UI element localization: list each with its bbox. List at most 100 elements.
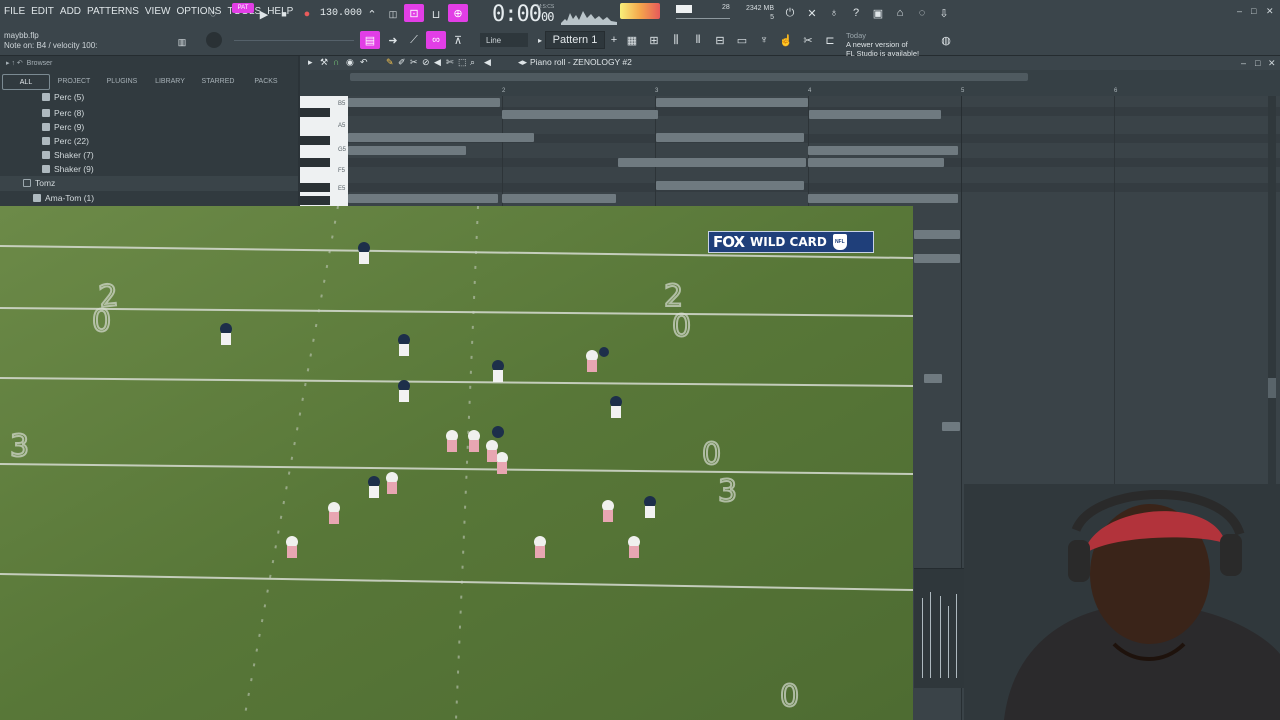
note[interactable]	[656, 98, 808, 107]
pr-close-icon[interactable]: ✕	[1268, 58, 1276, 69]
note[interactable]	[348, 98, 500, 107]
arrow-right-icon[interactable]: ➜	[383, 31, 403, 49]
mixer-icon[interactable]: ⫼	[666, 31, 686, 49]
tools-icon[interactable]: ✕	[802, 4, 822, 22]
note[interactable]	[502, 110, 658, 119]
update-icon[interactable]: ◍	[936, 31, 956, 49]
plugin-icon[interactable]: ⌂	[890, 4, 910, 22]
select-icon[interactable]: ⬚	[458, 57, 467, 68]
pattern-selector[interactable]: Pattern 1	[545, 31, 605, 49]
playback-speaker-icon[interactable]: ◀	[484, 57, 491, 68]
countdown-icon[interactable]: ⊡	[404, 4, 424, 22]
loop-record-icon[interactable]: ⊕	[448, 4, 468, 22]
tab-starred[interactable]: STARRED	[194, 74, 242, 90]
magnet-icon[interactable]: ∩	[333, 57, 339, 67]
velocity-bar[interactable]	[948, 606, 949, 678]
note[interactable]	[656, 181, 804, 190]
channel-rack-icon[interactable]: ⊞	[644, 31, 664, 49]
save-icon[interactable]: ▣	[868, 4, 888, 22]
tab-project[interactable]: PROJECT	[50, 74, 98, 90]
note[interactable]	[348, 146, 466, 155]
note[interactable]	[502, 194, 616, 203]
note[interactable]	[809, 110, 941, 119]
cpu-knob-icon[interactable]: ◌	[203, 5, 223, 23]
metronome-icon[interactable]: ⌃	[362, 5, 382, 23]
pr-maximize-icon[interactable]: □	[1255, 58, 1260, 68]
menu-view[interactable]: VIEW	[145, 6, 171, 17]
help-icon[interactable]: ?	[846, 4, 866, 22]
snap-dropdown[interactable]: Line	[480, 33, 528, 47]
typing-keyboard-icon[interactable]: ▥	[172, 33, 192, 51]
menu-edit[interactable]: EDIT	[31, 6, 54, 17]
browser-item[interactable]: Shaker (9)	[0, 162, 298, 176]
tab-all[interactable]: ALL	[2, 74, 50, 90]
note[interactable]	[618, 158, 806, 167]
piano-roll-snap-icon[interactable]: ▤	[360, 31, 380, 49]
black-key[interactable]	[300, 158, 330, 167]
playlist-icon[interactable]: ▦	[622, 31, 642, 49]
note[interactable]	[808, 194, 958, 203]
playback-icon[interactable]: ◉	[346, 57, 354, 68]
draw-icon[interactable]: ✎	[386, 57, 394, 68]
master-volume-slider[interactable]	[676, 18, 730, 19]
tab-library[interactable]: LIBRARY	[146, 74, 194, 90]
note[interactable]	[348, 133, 534, 142]
tab-packs[interactable]: PACKS	[242, 74, 290, 90]
master-pitch-slider[interactable]	[234, 40, 354, 41]
browser-item[interactable]: Perc (8)	[0, 106, 298, 120]
add-pattern-icon[interactable]: +	[604, 31, 624, 49]
piano-roll-menu-icon[interactable]: ▸	[308, 57, 313, 68]
record-icon[interactable]: ●	[297, 5, 317, 23]
browser-item[interactable]: Perc (5)	[0, 90, 298, 104]
browser-item[interactable]: Perc (22)	[0, 134, 298, 148]
note[interactable]	[348, 194, 498, 203]
arrows-icon[interactable]: ◂▸	[518, 57, 527, 68]
velocity-bar[interactable]	[930, 592, 931, 678]
black-key[interactable]	[300, 108, 330, 117]
velocity-bar[interactable]	[956, 594, 957, 678]
close-icon[interactable]: ✕	[1266, 6, 1274, 17]
stamp-icon[interactable]: ⊼	[448, 31, 468, 49]
download-icon[interactable]: ⇩	[934, 4, 954, 22]
stop-icon[interactable]: ■	[274, 5, 294, 23]
velocity-bar[interactable]	[940, 596, 941, 678]
black-key[interactable]	[300, 183, 330, 192]
note[interactable]	[656, 133, 804, 142]
power-icon[interactable]: ⏻	[780, 4, 800, 22]
tempo-display[interactable]: 130.000	[320, 8, 362, 19]
minimize-icon[interactable]: –	[1237, 6, 1242, 16]
delete-icon[interactable]: ✂	[410, 57, 418, 68]
wait-record-icon[interactable]: ◫	[383, 5, 403, 23]
note[interactable]	[808, 158, 944, 167]
menu-file[interactable]: FILE	[4, 6, 25, 17]
browser-item[interactable]: Perc (9)	[0, 120, 298, 134]
horizontal-scrollbar[interactable]	[350, 73, 1028, 81]
slip-icon[interactable]: ◀	[434, 57, 441, 68]
menu-patterns[interactable]: PATTERNS	[87, 6, 139, 17]
play-icon[interactable]: ▶	[254, 5, 274, 23]
step-edit-icon[interactable]: ⊔	[426, 5, 446, 23]
pr-minimize-icon[interactable]: –	[1241, 58, 1246, 68]
maximize-icon[interactable]: □	[1251, 6, 1256, 16]
cart-icon[interactable]: ⊏	[820, 31, 840, 49]
black-key[interactable]	[300, 136, 330, 145]
note[interactable]	[914, 254, 960, 263]
update-notice[interactable]: Today A newer version of FL Studio is av…	[846, 31, 919, 58]
paint-icon[interactable]: ✐	[398, 57, 406, 68]
slice-icon[interactable]: ✄	[446, 57, 454, 68]
master-pitch-knob[interactable]	[206, 32, 222, 48]
black-key[interactable]	[300, 196, 330, 205]
chat-icon[interactable]: ◌	[912, 4, 932, 22]
scroll-thumb[interactable]	[1268, 378, 1276, 398]
link-icon[interactable]: ∞	[426, 31, 446, 49]
menu-add[interactable]: ADD	[60, 6, 81, 17]
pat-song-toggle[interactable]: PAT	[232, 3, 254, 13]
mute-icon[interactable]: ⊘	[422, 57, 430, 68]
project-icon[interactable]: ▭	[732, 31, 752, 49]
tab-plugins[interactable]: PLUGINS	[98, 74, 146, 90]
note[interactable]	[942, 422, 960, 431]
plug-icon[interactable]: ♆	[754, 31, 774, 49]
note[interactable]	[808, 146, 958, 155]
note[interactable]	[924, 374, 942, 383]
browser-item[interactable]: Shaker (7)	[0, 148, 298, 162]
